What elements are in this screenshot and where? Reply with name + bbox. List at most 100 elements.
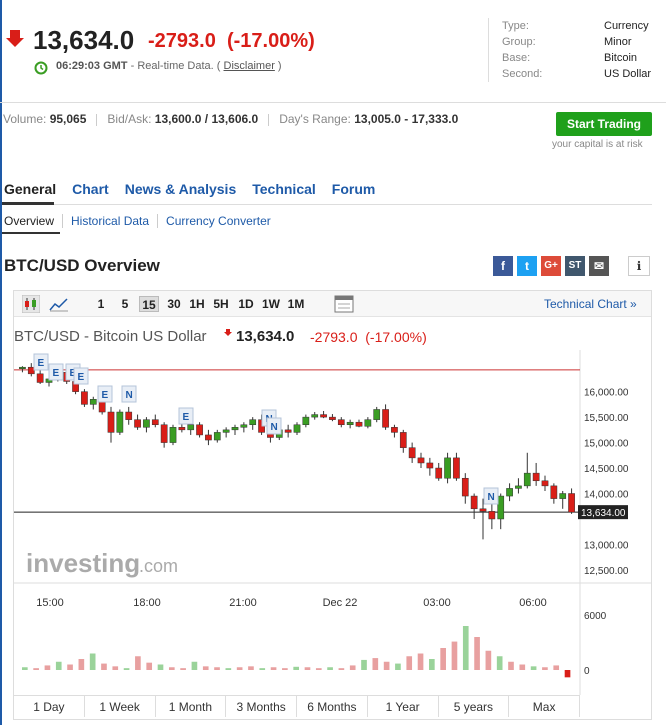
- candle-body: [541, 480, 549, 487]
- down-small-arrow-icon: [224, 329, 232, 336]
- interval-30[interactable]: 30: [165, 296, 183, 312]
- disclaimer-link[interactable]: Disclaimer: [224, 60, 275, 72]
- volume-bar: [157, 664, 164, 670]
- candle-body: [222, 429, 230, 433]
- volume-bar: [67, 664, 73, 670]
- candle-body: [337, 419, 345, 426]
- volume-bar: [315, 668, 322, 670]
- left-accent-line: [0, 0, 2, 725]
- tab-technical[interactable]: Technical: [252, 181, 316, 197]
- tab-forum[interactable]: Forum: [332, 181, 376, 197]
- tab-news-analysis[interactable]: News & Analysis: [125, 181, 237, 197]
- stocktwits-icon[interactable]: ST: [565, 256, 585, 276]
- range-1-month[interactable]: 1 Month: [156, 696, 227, 717]
- line-chart-icon[interactable]: [49, 296, 69, 312]
- range-3-months[interactable]: 3 Months: [226, 696, 297, 717]
- candle-body: [426, 462, 434, 469]
- volume-bar: [542, 667, 548, 670]
- range-1-year[interactable]: 1 Year: [368, 696, 439, 717]
- candle-body: [364, 419, 372, 427]
- interval-1w[interactable]: 1W: [260, 296, 282, 312]
- overview-title: BTC/USD Overview: [4, 256, 160, 275]
- volume-bar: [327, 667, 333, 670]
- interval-5[interactable]: 5: [119, 296, 131, 312]
- subnav-active-indicator: [2, 232, 60, 234]
- volume-bar: [496, 656, 503, 670]
- volume-bar: [395, 663, 401, 670]
- candle-body: [231, 427, 239, 431]
- candle-body: [329, 416, 336, 420]
- volume-bar: [214, 667, 220, 670]
- y-tick-label: 16,000.00: [584, 388, 629, 399]
- volume-bar: [248, 666, 254, 670]
- range-max[interactable]: Max: [509, 696, 580, 717]
- subtab-currency-converter[interactable]: Currency Converter: [157, 214, 279, 228]
- interval-15[interactable]: 15: [139, 296, 159, 312]
- candle-body: [444, 457, 451, 479]
- chart-change: -2793.0 (-17.00%): [310, 329, 427, 345]
- info-icon[interactable]: ℹ: [628, 256, 650, 276]
- x-tick-label: 03:00: [423, 597, 451, 609]
- event-marker-label: E: [38, 358, 45, 369]
- nav-divider: [2, 204, 652, 205]
- volume-bar: [191, 661, 198, 670]
- y-tick-label: 13,000.00: [584, 540, 629, 551]
- candle-body: [382, 409, 389, 428]
- x-tick-label: Dec 22: [323, 597, 358, 609]
- candle-body: [249, 419, 257, 426]
- event-marker-label: E: [78, 372, 85, 383]
- subtab-historical-data[interactable]: Historical Data: [62, 214, 158, 228]
- candle-body: [143, 419, 150, 428]
- candle-body: [213, 432, 221, 441]
- last-price: 13,634.0: [33, 25, 135, 55]
- facebook-icon[interactable]: f: [493, 256, 513, 276]
- tab-chart[interactable]: Chart: [72, 181, 109, 197]
- candle-body: [311, 414, 319, 418]
- candle-body: [284, 429, 292, 433]
- candle-body: [36, 373, 44, 383]
- range-5-years[interactable]: 5 years: [439, 696, 510, 717]
- interval-1h[interactable]: 1H: [187, 296, 207, 312]
- range-6-months[interactable]: 6 Months: [297, 696, 368, 717]
- x-tick-label: 21:00: [229, 597, 257, 609]
- volume-bar: [293, 666, 299, 670]
- candle-body: [532, 472, 540, 482]
- interval-5h[interactable]: 5H: [211, 296, 231, 312]
- volume-bar: [55, 661, 62, 670]
- twitter-icon[interactable]: t: [517, 256, 537, 276]
- volume-bar: [259, 668, 266, 670]
- y-tick-label: 12,500.00: [584, 566, 629, 577]
- volume-bar: [372, 658, 379, 670]
- tab-general[interactable]: General: [4, 181, 56, 197]
- price-change: -2793.0 (-17.00%): [148, 30, 315, 52]
- volume-bar: [135, 656, 141, 670]
- volume-bar: [44, 665, 51, 670]
- interval-1m[interactable]: 1M: [286, 296, 306, 312]
- volume-bar: [451, 641, 458, 670]
- google-plus-icon[interactable]: G+: [541, 256, 561, 276]
- candle-body: [568, 493, 575, 513]
- calendar-icon[interactable]: [334, 295, 354, 313]
- event-marker-label: E: [102, 390, 109, 401]
- candle-body: [417, 457, 425, 464]
- interval-1[interactable]: 1: [95, 296, 107, 312]
- candle-body: [453, 457, 460, 479]
- y-tick-label: 15,000.00: [584, 439, 629, 450]
- volume-bar: [304, 667, 311, 670]
- candlestick-type-icon[interactable]: [22, 295, 40, 313]
- start-trading-button[interactable]: Start Trading: [556, 112, 652, 136]
- candle-body: [151, 419, 159, 426]
- interval-1d[interactable]: 1D: [236, 296, 256, 312]
- y-tick-label: 15,500.00: [584, 413, 629, 424]
- candle-body: [187, 424, 195, 431]
- range-1-week[interactable]: 1 Week: [85, 696, 156, 717]
- subtab-overview[interactable]: Overview: [4, 214, 62, 228]
- technical-chart-link[interactable]: Technical Chart »: [544, 297, 637, 311]
- x-tick-label: 18:00: [133, 597, 161, 609]
- email-icon[interactable]: ✉: [589, 256, 609, 276]
- range-1-day[interactable]: 1 Day: [14, 696, 85, 717]
- volume-bar: [89, 653, 96, 670]
- volume-bar: [383, 661, 390, 670]
- price-chart[interactable]: 16,000.00 15,500.00 15,000.00 14,500.00 14,0…: [14, 350, 651, 695]
- y-tick-label: 14,500.00: [584, 464, 629, 475]
